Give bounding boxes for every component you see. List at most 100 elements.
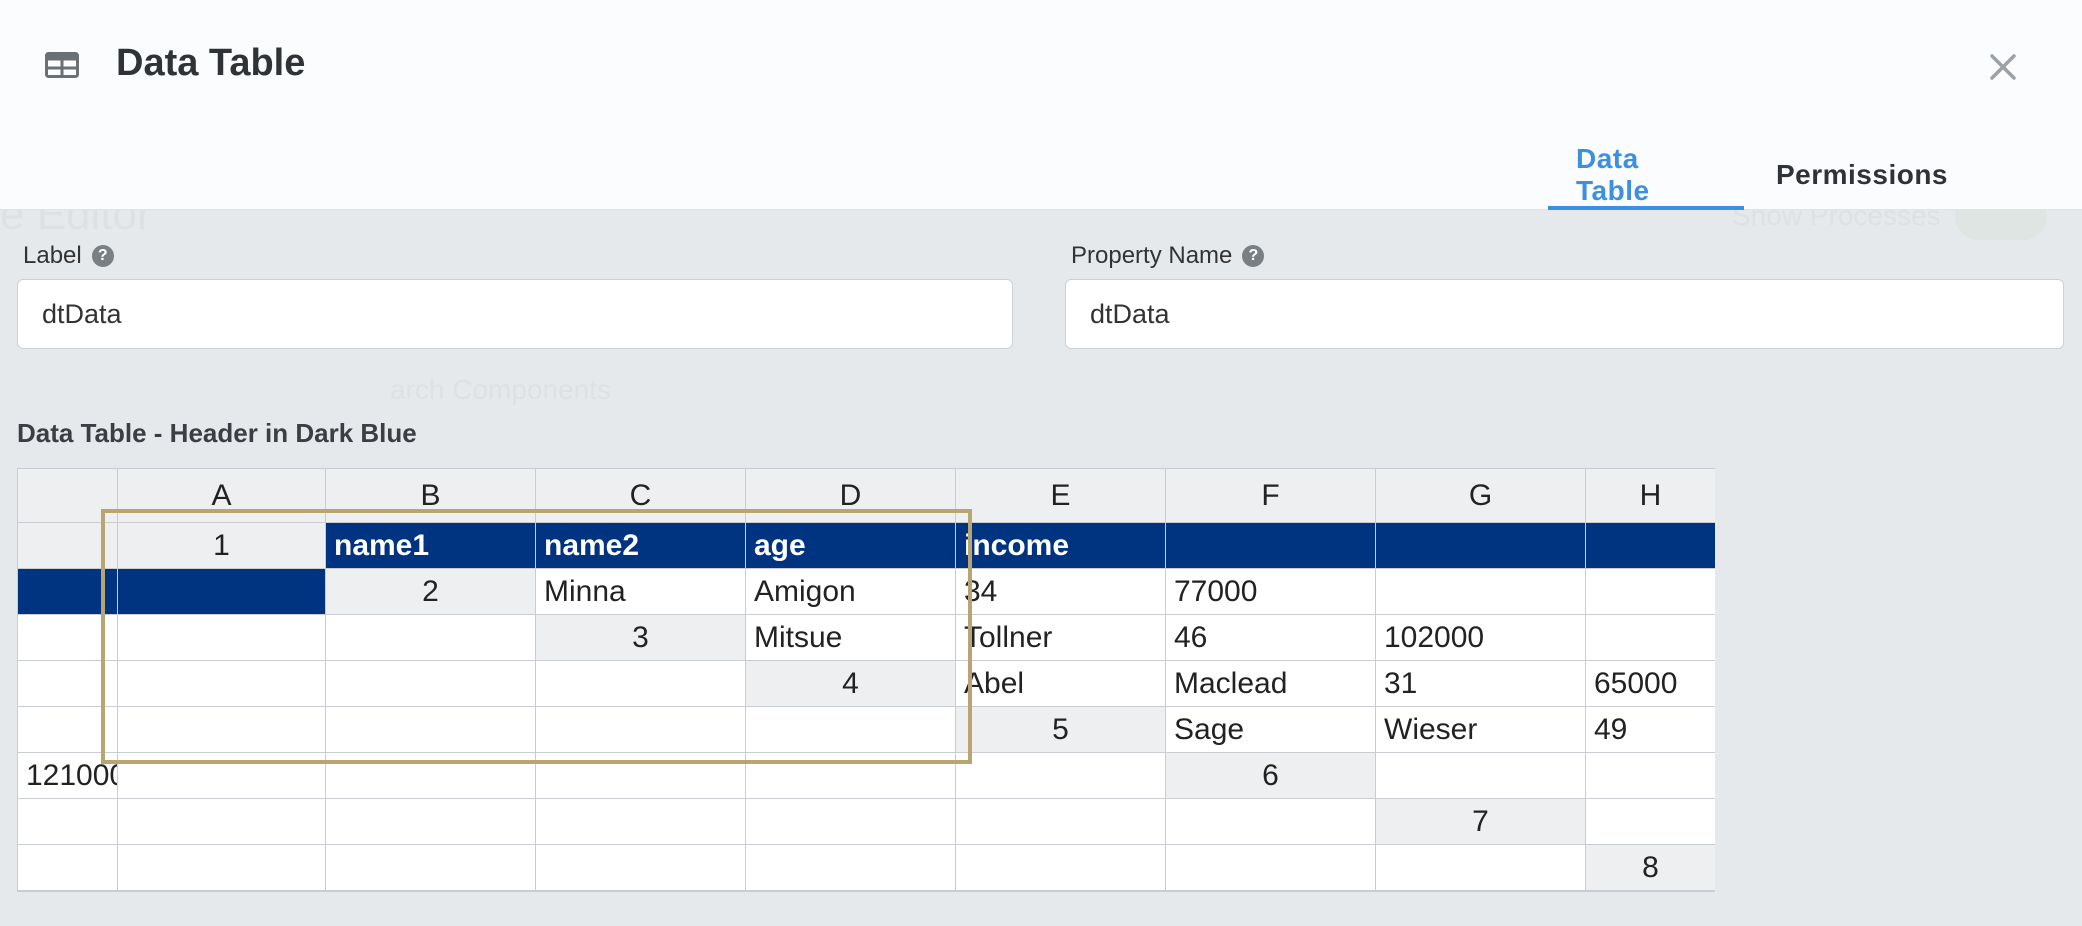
modal-title: Data Table <box>116 42 306 84</box>
table-cell-partial <box>956 753 1166 799</box>
table-cell[interactable] <box>18 799 118 845</box>
close-icon[interactable] <box>1986 50 2020 84</box>
table-cell[interactable] <box>118 799 326 845</box>
table-cell[interactable] <box>118 891 326 892</box>
table-cell[interactable]: Sage <box>1166 707 1376 753</box>
table-cell[interactable] <box>18 707 118 753</box>
column-header-c[interactable]: C <box>536 469 746 523</box>
row-header-3[interactable]: 3 <box>536 615 746 661</box>
table-cell[interactable]: Abel <box>956 661 1166 707</box>
help-icon[interactable]: ? <box>1242 245 1265 267</box>
table-icon <box>45 52 79 78</box>
row-header-6[interactable]: 6 <box>1166 753 1376 799</box>
row-header-5[interactable]: 5 <box>956 707 1166 753</box>
table-cell[interactable] <box>326 891 536 892</box>
table-cell[interactable] <box>536 891 746 892</box>
row-header-4[interactable]: 4 <box>746 661 956 707</box>
table-cell[interactable] <box>746 799 956 845</box>
table-cell[interactable] <box>956 799 1166 845</box>
table-cell[interactable] <box>18 891 118 892</box>
table-cell[interactable] <box>1586 569 1715 615</box>
table-cell[interactable] <box>326 661 536 707</box>
table-cell[interactable] <box>118 661 326 707</box>
column-header-g[interactable]: G <box>1376 469 1586 523</box>
table-cell[interactable] <box>1166 891 1376 892</box>
header-cell[interactable]: income <box>956 523 1166 569</box>
table-cell[interactable] <box>18 845 118 891</box>
table-cell[interactable]: Wieser <box>1376 707 1586 753</box>
column-header-f[interactable]: F <box>1166 469 1376 523</box>
table-cell[interactable]: 46 <box>1166 615 1376 661</box>
table-cell[interactable] <box>536 707 746 753</box>
table-cell[interactable] <box>118 753 326 799</box>
table-cell[interactable]: 31 <box>1376 661 1586 707</box>
table-cell[interactable] <box>956 891 1166 892</box>
table-cell[interactable]: 77000 <box>1166 569 1376 615</box>
column-header-h[interactable]: H <box>1586 469 1715 523</box>
help-icon[interactable]: ? <box>91 245 114 267</box>
table-cell[interactable]: 102000 <box>1376 615 1586 661</box>
column-header-d[interactable]: D <box>746 469 956 523</box>
row-header-7[interactable]: 7 <box>1376 799 1586 845</box>
table-cell[interactable]: Amigon <box>746 569 956 615</box>
table-cell[interactable] <box>536 799 746 845</box>
table-cell[interactable] <box>118 845 326 891</box>
table-cell[interactable] <box>536 753 746 799</box>
table-cell[interactable]: Maclead <box>1166 661 1376 707</box>
table-cell[interactable] <box>1586 753 1715 799</box>
table-cell[interactable] <box>746 891 956 892</box>
table-cell[interactable] <box>1376 753 1586 799</box>
table-cell[interactable] <box>326 845 536 891</box>
row-header-8[interactable]: 8 <box>1586 845 1715 891</box>
data-table-title: Data Table - Header in Dark Blue <box>17 418 417 448</box>
header-cell[interactable] <box>1376 523 1586 569</box>
table-cell[interactable] <box>326 753 536 799</box>
property-name-caption: Property Name ? <box>1071 242 1265 270</box>
table-cell[interactable]: Mitsue <box>746 615 956 661</box>
table-cell[interactable] <box>536 845 746 891</box>
grid-corner <box>18 469 118 523</box>
table-cell-partial <box>746 707 956 753</box>
property-caption-text: Property Name <box>1071 242 1233 269</box>
table-cell[interactable]: Minna <box>536 569 746 615</box>
table-cell[interactable] <box>1376 569 1586 615</box>
column-header-e[interactable]: E <box>956 469 1166 523</box>
header-cell[interactable]: name2 <box>536 523 746 569</box>
table-cell[interactable]: 49 <box>1586 707 1715 753</box>
label-field-caption: Label ? <box>23 242 114 270</box>
header-cell[interactable] <box>1166 523 1376 569</box>
table-cell[interactable] <box>18 615 118 661</box>
table-cell[interactable] <box>1586 799 1715 845</box>
table-cell[interactable] <box>956 845 1166 891</box>
table-cell[interactable] <box>326 707 536 753</box>
modal-header: Data Table Data Table Permissions <box>0 0 2082 210</box>
table-cell[interactable] <box>326 799 536 845</box>
label-input[interactable] <box>17 279 1013 349</box>
table-cell[interactable]: 34 <box>956 569 1166 615</box>
table-cell[interactable] <box>1166 845 1376 891</box>
table-cell[interactable] <box>118 707 326 753</box>
table-cell[interactable]: 121000 <box>18 753 118 799</box>
table-cell[interactable] <box>746 753 956 799</box>
column-header-a[interactable]: A <box>118 469 326 523</box>
background-ghost-component: arch Components <box>390 374 612 405</box>
row-header-1[interactable]: 1 <box>118 523 326 569</box>
table-cell-partial <box>326 615 536 661</box>
table-cell[interactable]: 65000 <box>1586 661 1715 707</box>
table-cell[interactable]: Tollner <box>956 615 1166 661</box>
header-cell[interactable]: name1 <box>326 523 536 569</box>
row-header-2[interactable]: 2 <box>326 569 536 615</box>
table-cell[interactable] <box>1586 615 1715 661</box>
tab-data-table[interactable]: Data Table <box>1548 140 1744 210</box>
header-cell[interactable] <box>18 569 118 615</box>
table-cell[interactable] <box>746 845 956 891</box>
property-name-input[interactable] <box>1065 279 2064 349</box>
table-cell-partial <box>1376 845 1586 891</box>
header-cell[interactable]: age <box>746 523 956 569</box>
table-cell[interactable] <box>1376 891 1586 892</box>
column-header-b[interactable]: B <box>326 469 536 523</box>
table-cell[interactable] <box>18 661 118 707</box>
tab-permissions[interactable]: Permissions <box>1744 140 1980 210</box>
header-cell[interactable] <box>1586 523 1715 569</box>
table-cell[interactable] <box>118 615 326 661</box>
